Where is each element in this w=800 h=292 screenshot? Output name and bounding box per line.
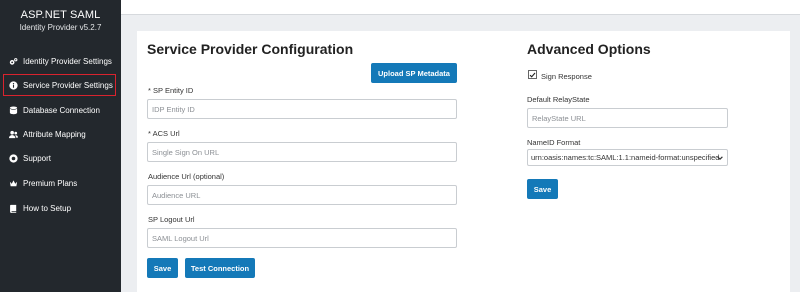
- users-icon: [8, 129, 18, 139]
- sp-config-heading: Service Provider Configuration: [147, 41, 354, 57]
- advanced-save-button[interactable]: Save: [527, 179, 558, 199]
- chevron-down-icon: [717, 156, 723, 161]
- nameid-format-label: NameID Format: [527, 138, 581, 147]
- sidebar-item-label: Service Provider Settings: [23, 80, 113, 90]
- sp-entity-id-input[interactable]: IDP Entity ID: [147, 99, 457, 119]
- test-connection-button[interactable]: Test Connection: [185, 258, 255, 278]
- nameid-format-select[interactable]: urn:oasis:names:tc:SAML:1.1:nameid-forma…: [527, 149, 728, 166]
- relaystate-input[interactable]: RelayState URL: [527, 108, 728, 128]
- crown-icon: [8, 178, 18, 188]
- sidebar-item-label: Premium Plans: [23, 178, 78, 188]
- sign-response-label: Sign Response: [541, 72, 592, 81]
- sidebar: ASP.NET SAML Identity Provider v5.2.7 Id…: [0, 0, 121, 292]
- sidebar-item-attribute-mapping[interactable]: Attribute Mapping: [0, 123, 121, 145]
- audience-url-label: Audience Url (optional): [148, 172, 225, 181]
- sidebar-item-how-to-setup[interactable]: How to Setup: [0, 197, 121, 219]
- sp-logout-url-input[interactable]: SAML Logout Url: [147, 228, 457, 248]
- support-icon: [8, 153, 18, 163]
- sidebar-item-support[interactable]: Support: [0, 147, 121, 169]
- brand-title: ASP.NET SAML: [20, 9, 101, 21]
- sidebar-item-label: How to Setup: [23, 203, 72, 213]
- acs-url-label: * ACS Url: [148, 129, 180, 138]
- sidebar-item-identity-provider-settings[interactable]: Identity Provider Settings: [0, 50, 121, 72]
- database-icon: [8, 105, 18, 115]
- settings-card: Service Provider Configuration Upload SP…: [137, 31, 790, 292]
- checkmark-icon: [529, 72, 536, 78]
- nameid-format-value: urn:oasis:names:tc:SAML:1.1:nameid-forma…: [531, 153, 720, 162]
- sidebar-item-label: Attribute Mapping: [23, 129, 86, 139]
- audience-url-input[interactable]: Audience URL: [147, 185, 457, 205]
- sidebar-item-label: Database Connection: [23, 105, 100, 115]
- sp-save-button[interactable]: Save: [147, 258, 178, 278]
- gears-icon: [8, 56, 18, 66]
- sidebar-item-premium-plans[interactable]: Premium Plans: [0, 172, 121, 194]
- sp-logout-url-label: SP Logout Url: [148, 215, 195, 224]
- sidebar-item-database-connection[interactable]: Database Connection: [0, 99, 121, 121]
- brand-subtitle: Identity Provider v5.2.7: [19, 23, 102, 32]
- relaystate-label: Default RelayState: [527, 95, 590, 104]
- brand: ASP.NET SAML Identity Provider v5.2.7: [0, 8, 121, 33]
- book-icon: [8, 203, 18, 213]
- sp-entity-id-label: * SP Entity ID: [148, 86, 194, 95]
- sidebar-item-service-provider-settings[interactable]: Service Provider Settings: [3, 74, 116, 96]
- advanced-options-heading: Advanced Options: [527, 41, 651, 57]
- sidebar-item-label: Support: [23, 153, 52, 163]
- sidebar-item-label: Identity Provider Settings: [23, 56, 112, 66]
- top-bar: [121, 0, 800, 15]
- upload-sp-metadata-button[interactable]: Upload SP Metadata: [371, 63, 457, 83]
- acs-url-input[interactable]: Single Sign On URL: [147, 142, 457, 162]
- sign-response-checkbox[interactable]: [528, 70, 537, 79]
- info-circle-icon: [8, 80, 18, 90]
